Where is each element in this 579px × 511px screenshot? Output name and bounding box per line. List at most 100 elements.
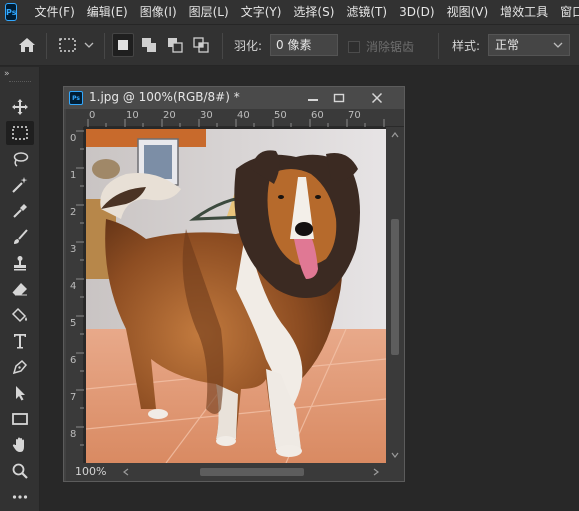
- horizontal-ruler[interactable]: 0 10 20 30 40 50 60 70: [84, 109, 404, 127]
- style-select[interactable]: 正常: [488, 34, 570, 56]
- collapse-panel-icon[interactable]: »: [4, 69, 10, 79]
- style-select-value: 正常: [495, 38, 520, 52]
- eyedropper-icon: [13, 204, 27, 218]
- feather-label: 羽化:: [234, 39, 263, 53]
- close-button[interactable]: [364, 89, 390, 107]
- ruler-label: 2: [70, 207, 77, 218]
- pen-icon: [12, 359, 28, 375]
- paint-bucket-icon: [11, 307, 27, 323]
- add-to-selection-button[interactable]: [138, 33, 160, 57]
- ruler-label: 50: [274, 110, 287, 121]
- eyedropper-tool[interactable]: [6, 199, 34, 223]
- path-selection-tool[interactable]: [6, 381, 34, 405]
- type-tool[interactable]: [6, 329, 34, 353]
- tool-preset-picker[interactable]: [58, 35, 100, 55]
- horizontal-scroll-thumb[interactable]: [200, 468, 304, 476]
- marquee-icon: [12, 126, 28, 140]
- pen-tool[interactable]: [6, 355, 34, 379]
- ruler-label: 60: [311, 110, 324, 121]
- ruler-label: 40: [237, 110, 250, 121]
- brush-icon: [14, 229, 28, 244]
- feather-input[interactable]: 0 像素: [270, 34, 338, 56]
- divider: [46, 33, 47, 59]
- dog-photo: [86, 129, 386, 463]
- ruler-label: 7: [70, 392, 77, 403]
- menu-plugins[interactable]: 增效工具: [494, 0, 554, 24]
- hand-icon: [12, 437, 24, 452]
- eraser-tool[interactable]: [6, 277, 34, 301]
- hand-tool[interactable]: [6, 433, 34, 457]
- stamp-icon: [14, 256, 26, 271]
- home-icon: [19, 38, 35, 52]
- scroll-down-icon[interactable]: [391, 451, 399, 459]
- menu-type[interactable]: 文字(Y): [235, 0, 288, 24]
- antialias-checkbox[interactable]: 消除锯齿: [348, 38, 414, 55]
- type-icon: [14, 334, 26, 349]
- zoom-level[interactable]: 100%: [75, 465, 106, 478]
- document-window[interactable]: Ps 1.jpg @ 100%(RGB/8#) * 0 10 20 30 40 …: [63, 86, 405, 482]
- more-icon: [12, 495, 28, 499]
- chevron-down-icon: [553, 42, 563, 48]
- menu-edit[interactable]: 编辑(E): [81, 0, 134, 24]
- zoom-icon: [12, 463, 28, 479]
- menu-view[interactable]: 视图(V): [441, 0, 495, 24]
- rectangular-marquee-tool[interactable]: [6, 121, 34, 145]
- brush-tool[interactable]: [6, 225, 34, 249]
- new-selection-button[interactable]: [112, 33, 134, 57]
- move-icon: [12, 99, 28, 115]
- magic-wand-tool[interactable]: [6, 173, 34, 197]
- close-icon: [371, 92, 383, 104]
- lasso-icon: [13, 152, 29, 167]
- menu-3d[interactable]: 3D(D): [393, 0, 440, 24]
- vertical-scrollbar[interactable]: [386, 127, 404, 463]
- minimize-button[interactable]: [300, 89, 326, 107]
- photoshop-document-icon: Ps: [69, 91, 83, 105]
- path-selection-icon: [16, 386, 25, 401]
- ruler-label: 4: [70, 281, 77, 292]
- scroll-up-icon[interactable]: [391, 131, 399, 139]
- antialias-checkbox-box[interactable]: [348, 40, 360, 53]
- vertical-scroll-thumb[interactable]: [391, 219, 399, 355]
- maximize-button[interactable]: [326, 89, 352, 107]
- intersect-selection-button[interactable]: [190, 33, 212, 57]
- antialias-label: 消除锯齿: [366, 40, 415, 54]
- rectangle-tool[interactable]: [6, 407, 34, 431]
- menu-layer[interactable]: 图层(L): [183, 0, 235, 24]
- style-label: 样式:: [452, 39, 481, 53]
- subtract-selection-icon: [168, 38, 183, 53]
- chevron-down-icon: [84, 42, 94, 48]
- ruler-label: 30: [200, 110, 213, 121]
- vertical-ruler[interactable]: 0 1 2 3 4 5 6 7 8: [66, 127, 84, 463]
- ruler-label: 0: [70, 133, 77, 144]
- ruler-label: 0: [89, 110, 96, 121]
- menu-image[interactable]: 图像(I): [134, 0, 183, 24]
- lasso-tool[interactable]: [6, 147, 34, 171]
- horizontal-scrollbar[interactable]: [122, 465, 384, 479]
- menu-filter[interactable]: 滤镜(T): [340, 0, 393, 24]
- document-title: 1.jpg @ 100%(RGB/8#) *: [89, 90, 240, 104]
- maximize-icon: [333, 93, 345, 103]
- scroll-right-icon[interactable]: [372, 468, 380, 476]
- ruler-label: 6: [70, 355, 77, 366]
- menu-select[interactable]: 选择(S): [287, 0, 340, 24]
- subtract-from-selection-button[interactable]: [164, 33, 186, 57]
- eraser-icon: [12, 283, 27, 296]
- paint-bucket-tool[interactable]: [6, 303, 34, 327]
- intersect-selection-icon: [193, 37, 209, 53]
- photoshop-logo-icon: Ps: [5, 3, 18, 21]
- panel-grip[interactable]: [9, 81, 31, 83]
- document-titlebar[interactable]: Ps 1.jpg @ 100%(RGB/8#) *: [64, 87, 404, 109]
- ruler-label: 70: [348, 110, 361, 121]
- scroll-left-icon[interactable]: [122, 468, 130, 476]
- divider: [222, 33, 223, 59]
- zoom-tool[interactable]: [6, 459, 34, 483]
- menu-file[interactable]: 文件(F): [28, 0, 80, 24]
- move-tool[interactable]: [6, 95, 34, 119]
- clone-stamp-tool[interactable]: [6, 251, 34, 275]
- home-button[interactable]: [16, 35, 38, 55]
- more-tools[interactable]: [6, 485, 34, 509]
- ruler-corner[interactable]: [66, 109, 84, 127]
- canvas[interactable]: [84, 127, 386, 463]
- menu-window[interactable]: 窗口(W): [554, 0, 579, 24]
- ruler-label: 1: [70, 170, 77, 181]
